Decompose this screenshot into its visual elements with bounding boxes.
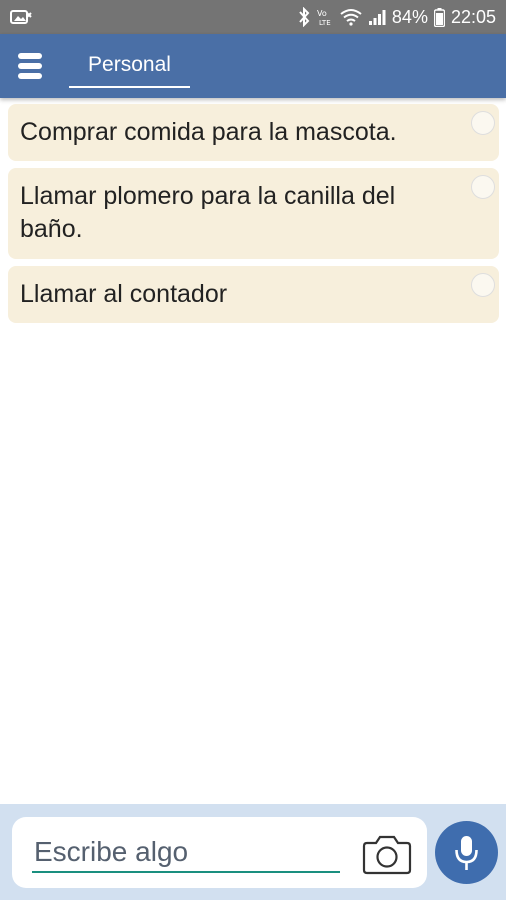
- status-bar: Vo LTE 84% 22:05: [0, 0, 506, 34]
- status-right: Vo LTE 84% 22:05: [298, 7, 496, 28]
- task-input[interactable]: [32, 829, 344, 875]
- app-bar: Personal: [0, 34, 506, 98]
- battery-icon: [433, 7, 445, 27]
- bottom-input-bar: [0, 804, 506, 900]
- status-left: [10, 8, 32, 26]
- status-time: 22:05: [450, 6, 496, 27]
- task-text: Llamar plomero para la canilla del baño.: [20, 182, 396, 243]
- task-text: Comprar comida para la mascota.: [20, 118, 397, 146]
- bluetooth-icon: [298, 7, 310, 27]
- circle-check-icon[interactable]: [471, 111, 495, 135]
- menu-icon[interactable]: [18, 50, 46, 82]
- camera-icon[interactable]: [362, 833, 412, 875]
- svg-text:LTE: LTE: [319, 19, 331, 27]
- circle-check-icon[interactable]: [471, 175, 495, 199]
- task-item[interactable]: Comprar comida para la mascota.: [8, 104, 499, 161]
- microphone-icon[interactable]: [435, 821, 498, 884]
- task-item[interactable]: Llamar al contador: [8, 266, 499, 323]
- volte-icon: Vo LTE: [316, 7, 334, 27]
- task-text: Llamar al contador: [20, 280, 228, 308]
- photo-notification-icon: [10, 8, 32, 26]
- signal-icon: [368, 8, 386, 26]
- circle-check-icon[interactable]: [471, 273, 495, 297]
- input-container: [12, 817, 427, 888]
- wifi-icon: [340, 8, 362, 26]
- tab-personal[interactable]: Personal: [69, 42, 190, 88]
- svg-text:Vo: Vo: [317, 9, 327, 18]
- input-underline: [32, 871, 340, 873]
- task-item[interactable]: Llamar plomero para la canilla del baño.: [8, 168, 499, 259]
- battery-percent: 84%: [391, 6, 428, 27]
